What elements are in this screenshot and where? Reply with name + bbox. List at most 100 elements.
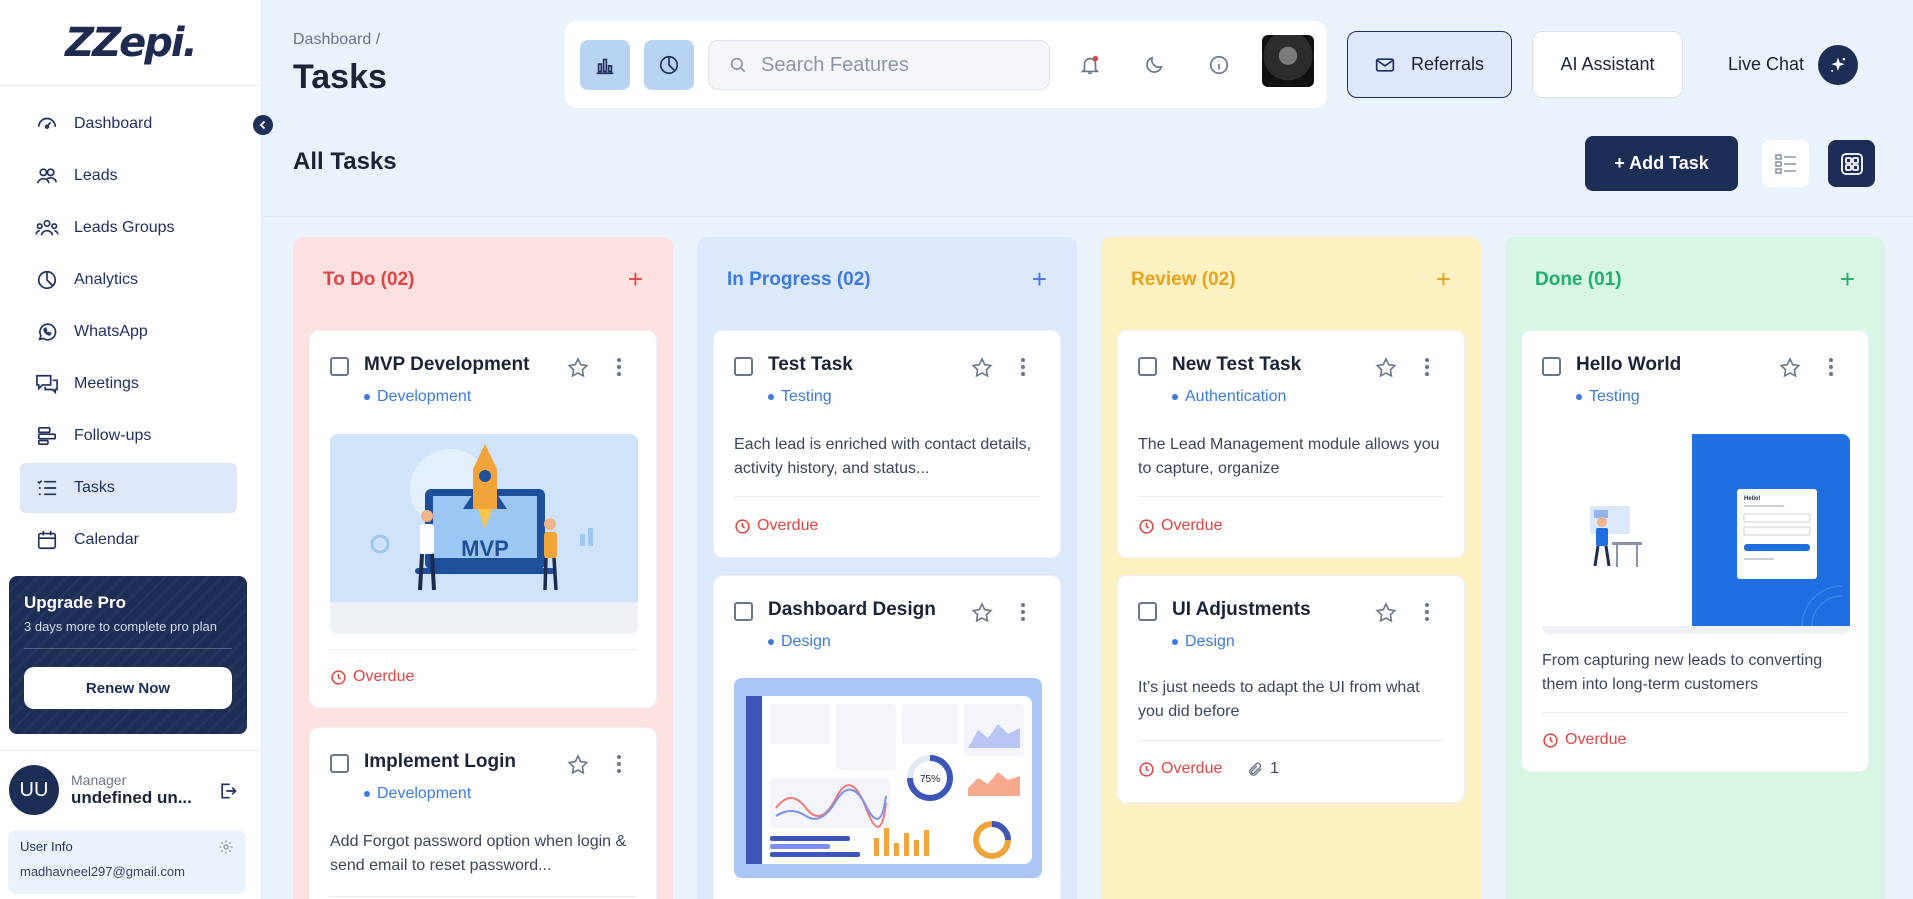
live-chat-button[interactable]: Live Chat — [1728, 44, 1859, 85]
search-input[interactable] — [761, 53, 1041, 77]
search-icon — [730, 57, 746, 73]
chat-icon — [34, 373, 60, 395]
upgrade-title: Upgrade Pro — [24, 593, 127, 612]
task-checkbox[interactable] — [1138, 602, 1157, 621]
task-title: MVP Development — [364, 354, 530, 375]
overdue-status: Overdue — [1542, 731, 1626, 749]
referrals-button[interactable]: Referrals — [1347, 31, 1512, 98]
task-title: Implement Login — [364, 751, 516, 772]
task-checkbox[interactable] — [734, 602, 753, 621]
avatar[interactable]: UU — [9, 765, 59, 815]
add-task-button[interactable]: + Add Task — [1585, 136, 1738, 191]
card-divider — [330, 896, 636, 897]
user-role: Manager — [71, 772, 127, 788]
task-image: 75% — [734, 678, 1042, 878]
task-checkbox[interactable] — [1542, 357, 1561, 376]
logo-text: ZZepi. — [65, 19, 198, 66]
sidebar-nav: Dashboard Leads Leads Groups Analytics W… — [20, 99, 237, 567]
task-checkbox[interactable] — [330, 754, 349, 773]
more-options-icon[interactable] — [1020, 357, 1026, 382]
more-options-icon[interactable] — [1828, 357, 1834, 382]
ai-assistant-button[interactable]: AI Assistant — [1532, 31, 1683, 98]
more-options-icon[interactable] — [616, 357, 622, 382]
breadcrumb[interactable]: Dashboard / — [293, 31, 380, 49]
bell-icon[interactable] — [1077, 52, 1103, 78]
clock-icon — [1139, 761, 1154, 777]
logout-icon[interactable] — [218, 781, 238, 806]
card-divider — [1542, 712, 1848, 713]
task-card[interactable]: Hello World Testing Hello! From capturin… — [1521, 330, 1869, 772]
task-checkbox[interactable] — [330, 357, 349, 376]
more-options-icon[interactable] — [1424, 357, 1430, 382]
section-title: All Tasks — [293, 148, 397, 175]
column-title: Review (02) — [1131, 269, 1236, 290]
renew-now-button[interactable]: Renew Now — [24, 667, 232, 709]
overdue-label: Overdue — [757, 517, 819, 534]
grid-view-button[interactable] — [1828, 140, 1875, 187]
column-done: Done (01) + Hello World Testing Hello! F… — [1505, 237, 1885, 899]
user-name: undefined un... — [71, 788, 192, 807]
sidebar-item-leads[interactable]: Leads — [20, 151, 237, 201]
card-divider — [330, 649, 636, 650]
add-card-button[interactable]: + — [1436, 266, 1451, 292]
sidebar-item-label: Follow-ups — [74, 427, 152, 444]
card-divider — [1138, 740, 1444, 741]
more-options-icon[interactable] — [1424, 602, 1430, 627]
task-description: From capturing new leads to converting t… — [1542, 652, 1823, 693]
star-icon[interactable] — [970, 601, 994, 630]
star-icon[interactable] — [970, 356, 994, 385]
info-icon[interactable] — [1206, 52, 1232, 78]
sidebar-item-label: Calendar — [74, 531, 139, 548]
task-card[interactable]: Test Task Testing Each lead is enriched … — [713, 330, 1061, 558]
more-options-icon[interactable] — [1020, 602, 1026, 627]
user-info-panel: User Info madhavneel297@gmail.com — [8, 830, 246, 894]
add-card-button[interactable]: + — [628, 266, 643, 292]
star-icon[interactable] — [566, 356, 590, 385]
sidebar-item-dashboard[interactable]: Dashboard — [20, 99, 237, 149]
users-icon — [34, 165, 60, 187]
task-card[interactable]: MVP Development Development MVP Overdue — [309, 330, 657, 708]
attachment-number: 1 — [1270, 760, 1279, 777]
task-card[interactable]: UI Adjustments Design It’s just needs to… — [1117, 575, 1465, 803]
task-checkbox[interactable] — [734, 357, 753, 376]
bar-chart-icon — [596, 58, 614, 75]
star-icon[interactable] — [1374, 356, 1398, 385]
sidebar-collapse-button[interactable] — [253, 115, 273, 135]
clock-icon — [1139, 518, 1154, 534]
overdue-label: Overdue — [1565, 731, 1627, 748]
task-checkbox[interactable] — [1138, 357, 1157, 376]
task-card[interactable]: New Test Task Authentication The Lead Ma… — [1117, 330, 1465, 558]
logo[interactable]: ZZepi. — [0, 0, 261, 86]
task-card[interactable]: Dashboard Design Design 75% — [713, 575, 1061, 899]
add-card-button[interactable]: + — [1032, 266, 1047, 292]
sidebar-item-tasks[interactable]: Tasks — [20, 463, 237, 513]
pie-chart-button[interactable] — [644, 40, 694, 90]
sidebar-item-analytics[interactable]: Analytics — [20, 255, 237, 305]
sidebar-item-calendar[interactable]: Calendar — [20, 515, 237, 565]
sidebar-item-label: Meetings — [74, 375, 139, 392]
hello-image-text: Hello! — [1744, 496, 1761, 502]
sidebar-item-meetings[interactable]: Meetings — [20, 359, 237, 409]
gear-icon[interactable] — [218, 839, 234, 860]
sidebar-item-whatsapp[interactable]: WhatsApp — [20, 307, 237, 357]
profile-photo[interactable] — [1262, 35, 1314, 87]
sidebar-item-leads-groups[interactable]: Leads Groups — [20, 203, 237, 253]
list-view-button[interactable] — [1762, 140, 1809, 187]
task-title: Hello World — [1576, 354, 1682, 375]
star-icon[interactable] — [1778, 356, 1802, 385]
chevron-left-icon — [259, 120, 266, 130]
sparkle-icon — [1818, 44, 1859, 85]
more-options-icon[interactable] — [616, 754, 622, 779]
task-tag: Authentication — [1172, 388, 1286, 406]
star-icon[interactable] — [1374, 601, 1398, 630]
star-icon[interactable] — [566, 753, 590, 782]
mail-icon — [1375, 57, 1395, 72]
attachment-count[interactable]: 1 — [1247, 760, 1279, 778]
sidebar-item-follow-ups[interactable]: Follow-ups — [20, 411, 237, 461]
pie-chart-icon — [34, 269, 60, 291]
bar-chart-button[interactable] — [580, 40, 630, 90]
task-image: MVP — [330, 434, 638, 634]
moon-icon[interactable] — [1141, 52, 1167, 78]
add-card-button[interactable]: + — [1840, 266, 1855, 292]
task-card[interactable]: Implement Login Development Add Forgot p… — [309, 727, 657, 899]
